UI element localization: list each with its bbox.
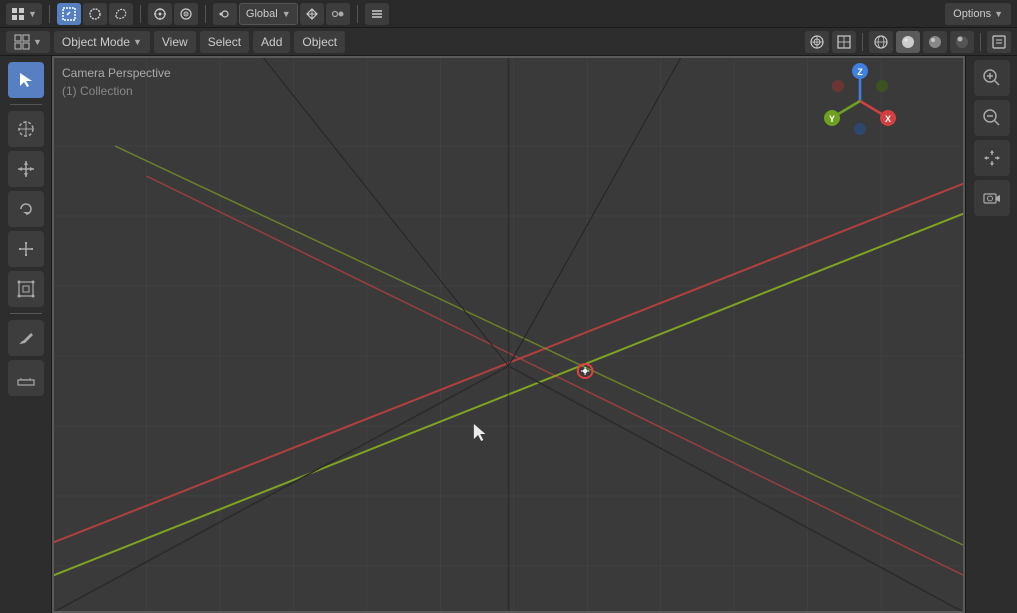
rendered-shading-button[interactable] (950, 31, 974, 53)
sep2 (140, 5, 141, 23)
pivot-point-button[interactable] (213, 3, 237, 25)
add-label: Add (261, 35, 282, 49)
snap-group (148, 3, 198, 25)
view-menu-button[interactable]: View (154, 31, 196, 53)
options-chevron: ▼ (994, 9, 1003, 19)
move-tool-button[interactable] (8, 151, 44, 187)
sep6 (980, 33, 981, 51)
proportional-edit-button[interactable] (174, 3, 198, 25)
editor-chevron: ▼ (33, 37, 42, 47)
select-tool-button[interactable] (8, 62, 44, 98)
sidebar-sep2 (10, 313, 42, 314)
zoom-out-button[interactable] (974, 100, 1010, 136)
select-mode-box[interactable] (57, 3, 81, 25)
cursor-tool-button[interactable] (8, 111, 44, 147)
object-menu-button[interactable]: Object (294, 31, 345, 53)
svg-text:X: X (885, 114, 891, 124)
add-menu-button[interactable]: Add (253, 31, 290, 53)
object-mode-label: Object Mode (62, 35, 130, 49)
wireframe-shading-button[interactable] (869, 31, 893, 53)
editor-type-button[interactable]: ▼ (6, 3, 42, 25)
transform-group: Global ▼ (213, 3, 350, 25)
viewport[interactable]: Camera Perspective (1) Collection Z X (52, 56, 965, 613)
options-label: Options (953, 8, 991, 20)
options-button[interactable]: Options ▼ (945, 3, 1011, 25)
object-label: Object (302, 35, 337, 49)
global-dropdown[interactable]: Global ▼ (239, 3, 298, 25)
view-label: View (162, 35, 188, 49)
viewport-gizmos-button[interactable] (832, 31, 856, 53)
gizmo-widget[interactable]: Z X Y (820, 61, 900, 141)
editor-properties-button[interactable] (987, 31, 1011, 53)
sep3 (205, 5, 206, 23)
object-mode-button[interactable]: Object Mode ▼ (54, 31, 150, 53)
main-area: Camera Perspective (1) Collection Z X (0, 56, 1017, 613)
camera-button[interactable] (974, 180, 1010, 216)
editor-icon-button[interactable]: ▼ (6, 31, 50, 53)
material-shading-button[interactable] (923, 31, 947, 53)
select-label: Select (208, 35, 241, 49)
editor-type-group: ▼ (6, 3, 42, 25)
pan-button[interactable] (974, 140, 1010, 176)
sep5 (862, 33, 863, 51)
header-bar: ▼ Object Mode ▼ View Select Add Object (0, 28, 1017, 56)
global-label: Global (246, 8, 278, 20)
global-chevron: ▼ (282, 9, 291, 19)
select-mode-lasso[interactable] (109, 3, 133, 25)
transform-icon-button[interactable] (300, 3, 324, 25)
svg-text:Z: Z (857, 67, 863, 77)
snap-icon-button[interactable] (148, 3, 172, 25)
extra-icons-button[interactable] (365, 3, 389, 25)
viewport-overlays-button[interactable] (805, 31, 829, 53)
mode-icons-group (57, 3, 133, 25)
left-sidebar (0, 56, 52, 613)
viewport-canvas[interactable]: Camera Perspective (1) Collection Z X (52, 56, 965, 613)
solid-shading-button[interactable] (896, 31, 920, 53)
transform-tool-button[interactable] (8, 271, 44, 307)
header-right-icons (805, 31, 1011, 53)
select-menu-button[interactable]: Select (200, 31, 249, 53)
select-mode-circle[interactable] (83, 3, 107, 25)
zoom-in-button[interactable] (974, 60, 1010, 96)
top-toolbar: ▼ (0, 0, 1017, 28)
sidebar-sep1 (10, 104, 42, 105)
sep4 (357, 5, 358, 23)
sep1 (49, 5, 50, 23)
measure-tool-button[interactable] (8, 360, 44, 396)
scale-tool-button[interactable] (8, 231, 44, 267)
svg-text:Y: Y (829, 114, 835, 124)
annotate-tool-button[interactable] (8, 320, 44, 356)
right-nav-panel (965, 56, 1017, 613)
snap-pivot-button[interactable] (326, 3, 350, 25)
rotate-tool-button[interactable] (8, 191, 44, 227)
